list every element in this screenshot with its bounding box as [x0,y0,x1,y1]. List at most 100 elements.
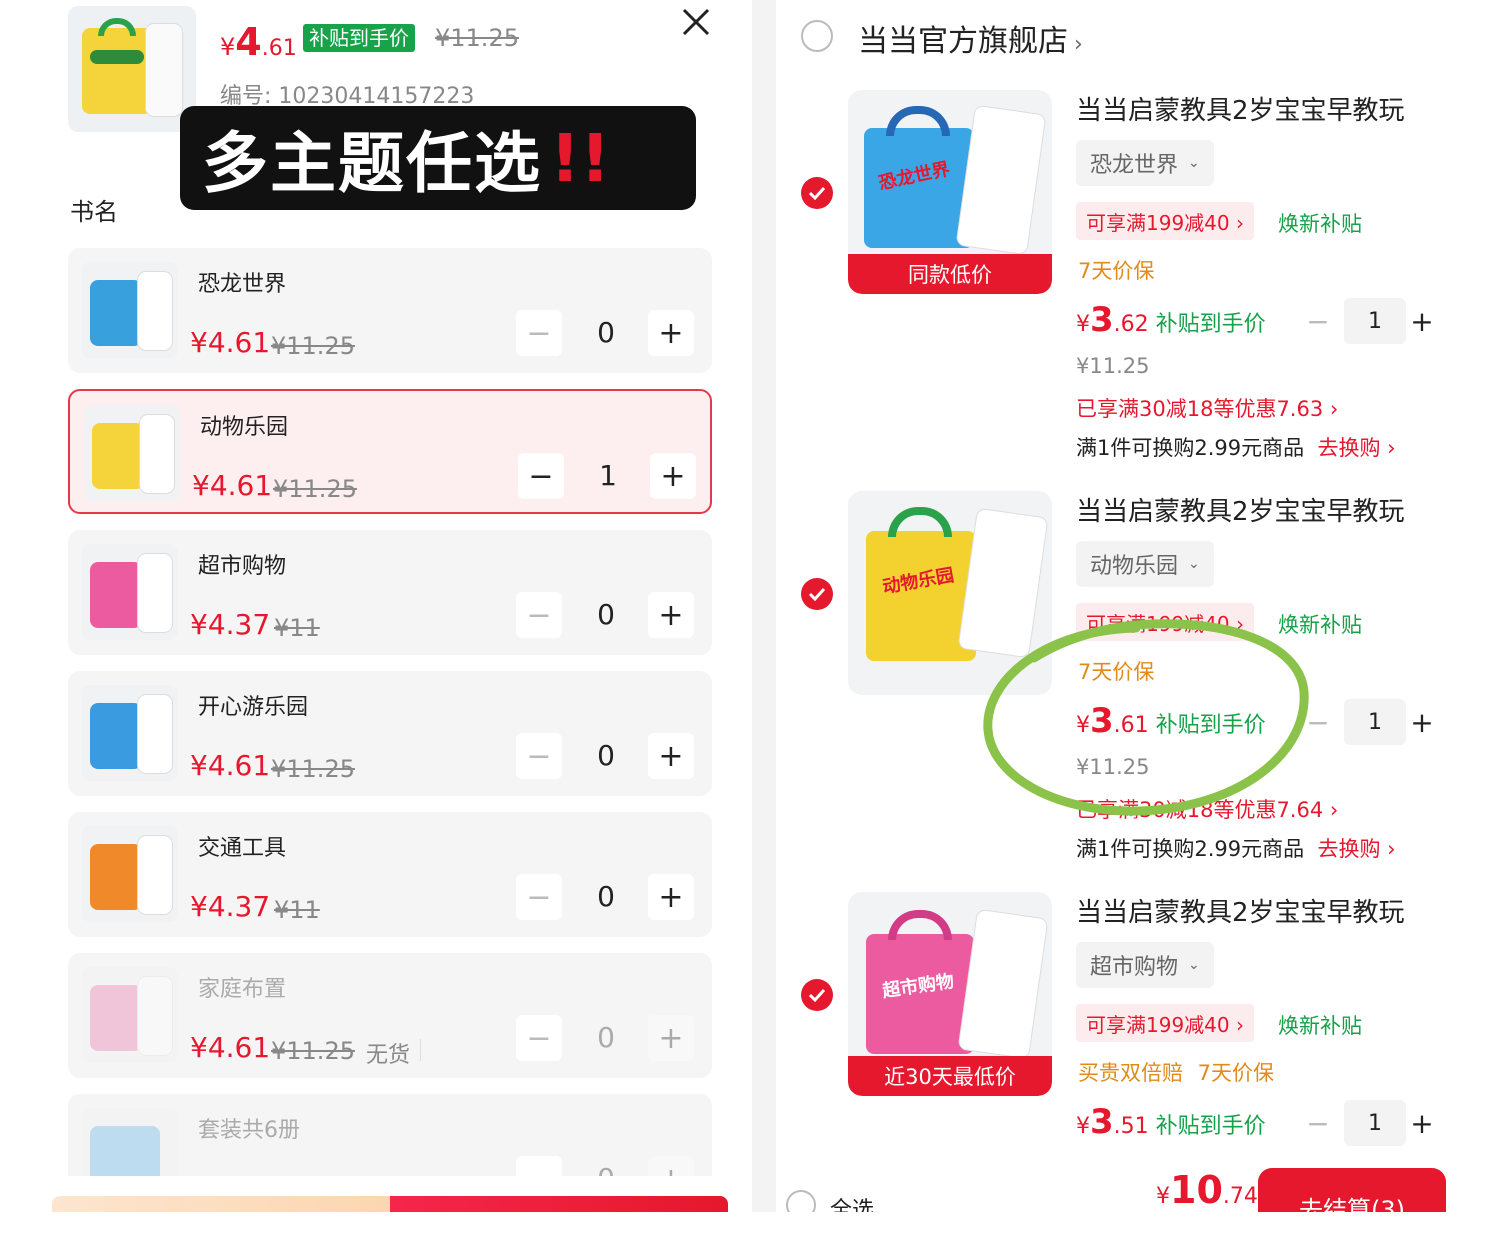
product-2-swap-row: 满1件可换购2.99元商品 去换购 › [1076,837,1396,861]
decrease-button[interactable]: − [518,453,564,499]
increase-button[interactable]: + [1404,1106,1440,1140]
variant-option-animals[interactable]: 动物乐园 ¥4.61 ¥11.25 − 1 + [68,389,712,514]
swap-link[interactable]: 去换购 › [1317,436,1395,460]
chevron-down-icon: ⌄ [1188,155,1200,171]
store-select-radio[interactable] [801,20,833,52]
promo-overlay-banner: 多主题任选 !! [180,106,696,210]
variant-price: ¥4.37 [190,890,271,923]
variant-option-transport[interactable]: 交通工具 ¥4.37 ¥11 − 0 + [68,812,712,937]
quantity-value[interactable]: 1 [1344,699,1406,745]
select-all-label[interactable]: 全选 [830,1192,874,1212]
checkout-button[interactable]: 去结算(3) [1258,1168,1446,1212]
variant-thumbnail [82,967,178,1063]
product-1-price: ¥3.62 补贴到手价 [1076,300,1266,340]
product-1-banner: 同款低价 [848,254,1052,294]
variant-original-price: ¥11.25 [271,755,355,783]
decrease-button[interactable]: − [516,592,562,638]
quantity-value: 0 [597,1021,615,1054]
sku-selector-panel: ¥4.61 补贴到手价 ¥11.25 编号: 10230414157223 多主… [0,0,752,1242]
variant-price: ¥4.61 [190,326,271,359]
quantity-value[interactable]: 1 [1344,1100,1406,1146]
product-3-banner: 近30天最低价 [848,1056,1052,1096]
header-price: ¥4.61 [220,20,297,64]
product-1-image[interactable]: 恐龙世界 同款低价 [848,90,1052,294]
variant-original-price: ¥11 [274,614,320,642]
product-3-price: ¥3.51 补贴到手价 [1076,1102,1266,1142]
stock-divider [420,1039,421,1061]
variant-option-supermarket[interactable]: 超市购物 ¥4.37 ¥11 − 0 + [68,530,712,655]
product-1-checkbox[interactable] [801,177,833,209]
promo-overlay-marks: !! [550,119,611,197]
variant-option-dinosaur[interactable]: 恐龙世界 ¥4.61 ¥11.25 − 0 + [68,248,712,373]
add-to-cart-bar[interactable] [52,1196,390,1212]
variant-price: ¥4.61 [190,1031,271,1064]
product-3-checkbox[interactable] [801,979,833,1011]
variant-thumbnail [82,544,178,640]
decrease-button[interactable]: − [516,310,562,356]
product-1-variant-select[interactable]: 恐龙世界 ⌄ [1076,140,1214,186]
select-all-radio[interactable] [786,1190,816,1212]
product-3-subsidy-tag: 焕新补贴 [1278,1014,1362,1038]
variant-thumbnail [82,826,178,922]
product-2-checkbox[interactable] [801,578,833,610]
variant-name: 动物乐园 [200,415,289,440]
product-1-title[interactable]: 当当启蒙教具2岁宝宝早教玩 [1076,90,1405,127]
close-icon[interactable] [678,4,714,40]
product-1-service-tags: 7天价保 [1078,259,1155,283]
decrease-button[interactable]: − [516,874,562,920]
variant-name: 家庭布置 [198,977,287,1002]
page-bottom-strip [0,1212,1500,1242]
decrease-button: − [516,1015,562,1061]
increase-button[interactable]: + [1404,705,1440,739]
chevron-down-icon: ⌄ [1188,556,1200,572]
product-3-service-tags: 买贵双倍赔 7天价保 [1078,1061,1275,1085]
swap-link[interactable]: 去换购 › [1317,837,1395,861]
increase-button[interactable]: + [648,592,694,638]
variant-price: ¥4.61 [192,469,273,502]
product-1-coupon[interactable]: 可享满199减40 › [1076,202,1254,240]
product-1-original-price: ¥11.25 [1076,354,1150,378]
variant-name: 套装共6册 [198,1118,300,1143]
variant-price: ¥4.37 [190,608,271,641]
increase-button[interactable]: + [648,310,694,356]
selected-product-thumbnail [68,6,196,132]
variant-original-price: ¥11.25 [271,332,355,360]
quantity-value: 0 [597,316,615,349]
increase-button[interactable]: + [1404,304,1440,338]
product-3-coupon[interactable]: 可享满199减40 › [1076,1004,1254,1042]
variant-option-home: 家庭布置 ¥4.61 ¥11.25 无货 − 0 + [68,953,712,1078]
cart-footer: 全选 ¥10.74 去结算(3) [776,1160,1470,1212]
decrease-button[interactable]: − [1300,304,1336,338]
variant-name: 超市购物 [198,554,287,579]
variant-option-amusement-park[interactable]: 开心游乐园 ¥4.61 ¥11.25 − 0 + [68,671,712,796]
promo-overlay-text: 多主题任选 [202,125,542,202]
product-3-image[interactable]: 超市购物 近30天最低价 [848,892,1052,1096]
header-original-price: ¥11.25 [435,24,519,52]
quantity-value: 0 [597,739,615,772]
increase-button: + [648,1015,694,1061]
shopping-cart-panel: 当当官方旗舰店 › 恐龙世界 同款低价 当当启蒙教具2岁宝宝早教玩 恐龙世界 ⌄ 可… [776,0,1470,1160]
variant-thumbnail [82,685,178,781]
quantity-value: 1 [599,459,617,492]
increase-button[interactable]: + [648,874,694,920]
quantity-value[interactable]: 1 [1344,298,1406,344]
increase-button[interactable]: + [648,733,694,779]
subsidy-badge: 补贴到手价 [303,24,415,52]
product-2-title[interactable]: 当当启蒙教具2岁宝宝早教玩 [1076,491,1405,528]
panel-divider [752,0,776,1242]
variant-original-price: ¥11 [274,896,320,924]
decrease-button[interactable]: − [516,733,562,779]
product-3-title[interactable]: 当当启蒙教具2岁宝宝早教玩 [1076,892,1405,929]
decrease-button[interactable]: − [1300,1106,1336,1140]
variant-thumbnail [82,262,178,358]
product-1-subsidy-tag: 焕新补贴 [1278,212,1362,236]
buy-now-bar[interactable] [390,1196,728,1212]
store-name[interactable]: 当当官方旗舰店 › [858,16,1083,60]
product-3-variant-select[interactable]: 超市购物 ⌄ [1076,942,1214,988]
variant-name: 开心游乐园 [198,695,309,720]
product-1-discount[interactable]: 已享满30减18等优惠7.63 › [1076,393,1338,423]
section-label: 书名 [70,198,118,226]
product-2-variant-select[interactable]: 动物乐园 ⌄ [1076,541,1214,587]
increase-button[interactable]: + [650,453,696,499]
quantity-value: 0 [597,880,615,913]
